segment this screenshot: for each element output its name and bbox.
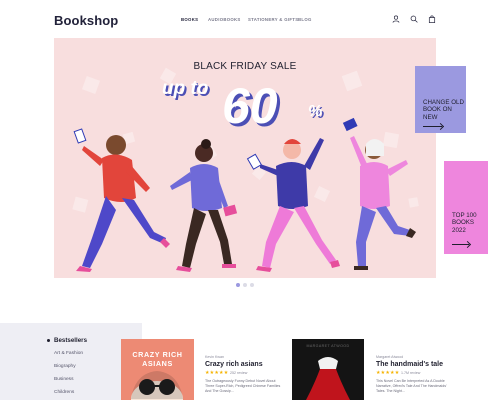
sidebar-item-art-fashion[interactable]: Art & Fashion <box>54 351 83 356</box>
sidebar-item-childrens[interactable]: Childrens <box>54 390 74 395</box>
nav-blog[interactable]: BLOG <box>298 17 312 22</box>
card-text: CHANGE OLD BOOK ON NEW <box>423 99 464 121</box>
sidebar-item-business[interactable]: Business <box>54 377 73 382</box>
book-description: The Outrageously Funny Debut Novel About… <box>205 379 281 394</box>
user-icon[interactable] <box>392 15 400 23</box>
cover-handmaid-illustration <box>306 357 350 400</box>
book-author: Kevin Kwan <box>205 355 224 359</box>
active-bullet <box>47 339 50 342</box>
arrow-right-icon <box>423 126 442 127</box>
nav-books[interactable]: BOOKS <box>181 17 198 22</box>
sidebar-title[interactable]: Bestsellers <box>54 337 87 344</box>
hero-title: BLACK FRIDAY SALE <box>193 61 297 72</box>
hero-banner[interactable]: up to up to 60 60 % % BLACK FRIDAY SALE <box>54 38 436 278</box>
discount-suffix: % <box>308 103 322 120</box>
rating-stars: ★★★★★ <box>205 370 229 376</box>
person-3 <box>246 138 340 272</box>
book-title[interactable]: The handmaid's tale <box>376 361 443 368</box>
discount-value: 60 <box>222 78 278 134</box>
review-count: 252 review <box>230 371 248 375</box>
person-1 <box>73 128 170 272</box>
person-4 <box>342 117 416 270</box>
person-2 <box>170 139 238 272</box>
sidebar-item-biography[interactable]: Biography <box>54 364 76 369</box>
rating-stars: ★★★★★ <box>376 370 400 376</box>
nav-stationery-gifts[interactable]: STATIONERY & GIFTS <box>248 17 298 22</box>
slider-dot-1[interactable] <box>236 283 240 287</box>
slider-dot-3[interactable] <box>250 283 254 287</box>
cover-face-illustration <box>131 371 183 400</box>
logo[interactable]: Bookshop <box>54 13 118 28</box>
top-100-books-card[interactable]: TOP 100 BOOKS 2022 <box>444 161 488 254</box>
book-cover-1[interactable]: CRAZY RICH ASIANS <box>121 339 194 400</box>
change-old-book-card[interactable]: CHANGE OLD BOOK ON NEW <box>415 66 466 133</box>
review-count: 1.7M review <box>401 371 421 375</box>
book-title[interactable]: Crazy rich asians <box>205 361 263 368</box>
discount-prefix: up to <box>162 78 208 99</box>
card-text: TOP 100 BOOKS 2022 <box>452 212 477 234</box>
book-description: This Novel Can Be Interpreted As A Doubl… <box>376 379 447 394</box>
discount-text: up to up to 60 60 % % <box>162 78 324 137</box>
nav-audiobooks[interactable]: AUDIOBOOKS <box>208 17 241 22</box>
slider-dot-2[interactable] <box>243 283 247 287</box>
hero-illustration: up to up to 60 60 % % <box>72 67 419 272</box>
bag-icon[interactable] <box>428 15 436 23</box>
search-icon[interactable] <box>410 15 418 23</box>
book-author: Margaret Atwood <box>376 355 404 359</box>
book-cover-2[interactable]: MARGARET ATWOOD <box>292 339 364 400</box>
arrow-right-icon <box>452 244 469 245</box>
